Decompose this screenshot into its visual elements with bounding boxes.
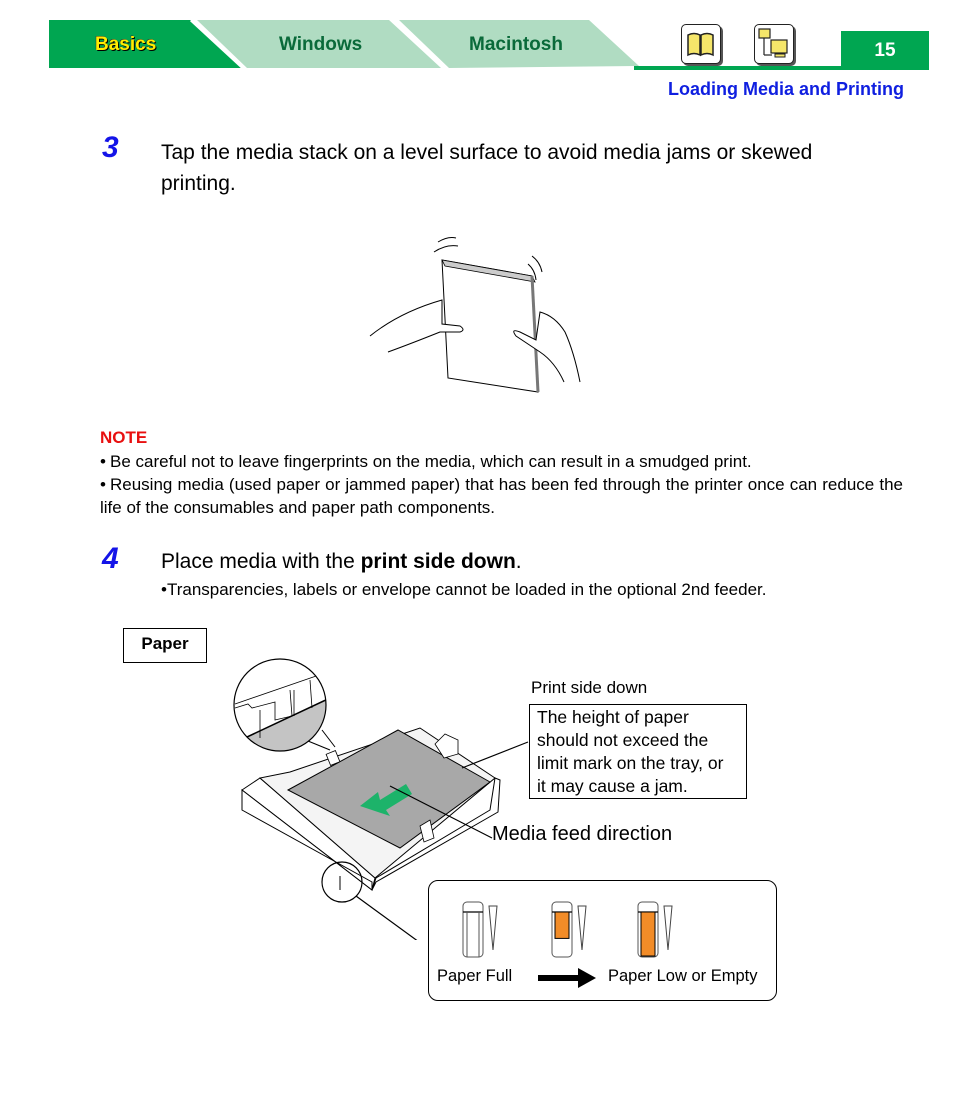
print-side-down-label: Print side down xyxy=(531,678,648,697)
paper-level-indicators xyxy=(462,901,673,958)
limit-triangle-icon xyxy=(577,905,587,951)
paper-label: Paper xyxy=(123,628,207,663)
step-3-line-2: printing. xyxy=(161,172,236,195)
paper-full-label: Paper Full xyxy=(437,967,513,985)
paper-low-label: Paper Low or Empty xyxy=(608,967,758,985)
note-item-2: • Reusing media (used paper or jammed pap… xyxy=(100,475,903,517)
step-4-emphasis: print side down xyxy=(360,550,516,573)
step-4-text: Place media with the print side down. xyxy=(161,550,522,573)
step-3-text: Tap the media stack on a level surface t… xyxy=(161,137,812,199)
network-computer-icon xyxy=(758,28,788,58)
step-4-sub-note: •Transparencies, labels or envelope cann… xyxy=(161,580,767,599)
step-3-line-1: Tap the media stack on a level surface t… xyxy=(161,141,813,164)
bullet: • xyxy=(100,475,106,494)
limit-mark-magnifier xyxy=(233,658,336,752)
media-feed-direction-label: Media feed direction xyxy=(492,823,673,845)
height-limit-note: The height of paper should not exceed th… xyxy=(529,704,747,799)
note-item-1: • Be careful not to leave fingerprints on… xyxy=(100,451,903,474)
limit-triangle-icon xyxy=(663,905,673,951)
step-number-3: 3 xyxy=(102,131,119,164)
step-number-4: 4 xyxy=(102,542,119,575)
tab-macintosh[interactable]: Macintosh xyxy=(469,34,563,56)
paper-level-indicator xyxy=(637,901,673,958)
motion-line-icon xyxy=(437,237,457,243)
bullet: • xyxy=(100,452,106,471)
tab-windows[interactable]: Windows xyxy=(279,34,362,56)
transition-arrow-icon xyxy=(538,968,596,988)
section-title[interactable]: Loading Media and Printing xyxy=(668,79,904,100)
note-title: NOTE xyxy=(100,428,148,447)
paper-level-fill xyxy=(554,911,570,939)
header-nav: Basics Windows Macintosh 15 xyxy=(49,20,929,70)
print-side-leader xyxy=(461,741,529,769)
paper-level-fill xyxy=(640,911,656,957)
limit-triangle-icon xyxy=(488,905,498,951)
book-icon xyxy=(687,32,714,57)
paper-level-indicator xyxy=(551,901,587,958)
network-button[interactable] xyxy=(754,24,794,64)
manual-button[interactable] xyxy=(681,24,721,64)
page-number: 15 xyxy=(841,31,929,70)
tab-basics[interactable]: Basics xyxy=(95,34,156,56)
paper-level-indicator xyxy=(462,901,498,958)
tapping-paper-illustration xyxy=(369,237,581,393)
